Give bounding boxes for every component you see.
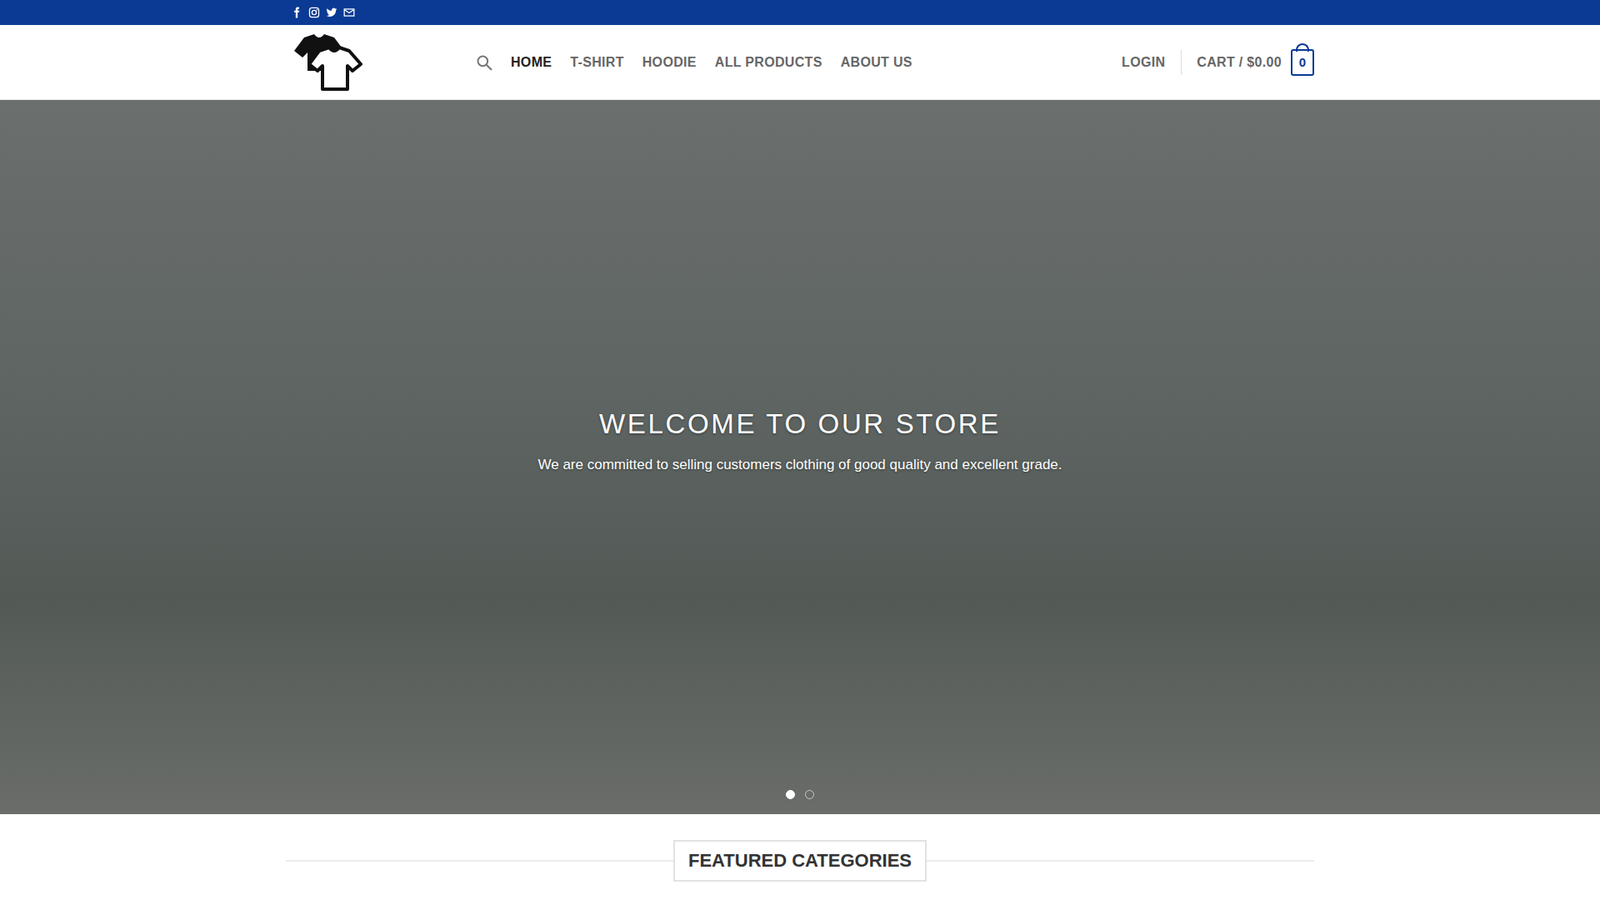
nav-item[interactable]: ALL PRODUCTS — [715, 55, 823, 70]
header-divider — [1180, 50, 1182, 75]
nav-item[interactable]: HOODIE — [642, 55, 697, 70]
logo-tshirt-icon[interactable] — [285, 34, 363, 91]
featured-title: FEATURED CATEGORIES — [673, 840, 927, 882]
heading-line — [285, 860, 674, 862]
search-icon[interactable] — [475, 54, 493, 71]
slider-dot[interactable] — [785, 790, 795, 800]
hero-title: WELCOME TO OUR STORE — [599, 408, 1001, 440]
login-link[interactable]: LOGIN — [1121, 55, 1165, 70]
twitter-icon[interactable] — [325, 6, 338, 19]
hero-subtitle: We are committed to selling customers cl… — [537, 456, 1062, 474]
facebook-icon[interactable] — [290, 6, 303, 19]
cart-count-badge[interactable]: 0 — [1290, 49, 1315, 76]
cart-link[interactable]: CART / $0.00 — [1196, 55, 1282, 70]
nav-item[interactable]: ABOUT US — [840, 55, 913, 70]
email-icon[interactable] — [343, 6, 355, 19]
instagram-icon[interactable] — [308, 6, 320, 19]
featured-categories-heading: FEATURED CATEGORIES — [285, 840, 1315, 882]
top-bar — [0, 0, 1600, 25]
nav-item[interactable]: HOME — [510, 55, 552, 70]
hero-slider: WELCOME TO OUR STORE We are committed to … — [0, 100, 1600, 815]
slider-dot[interactable] — [805, 790, 815, 800]
header: HOME T-SHIRT HOODIE ALL PRODUCTS ABOUT US LOG… — [0, 25, 1600, 100]
nav-item[interactable]: T-SHIRT — [570, 55, 624, 70]
heading-line — [926, 860, 1315, 862]
slider-dots — [0, 790, 1600, 800]
main-nav: HOME T-SHIRT HOODIE ALL PRODUCTS ABOUT US — [510, 55, 913, 70]
